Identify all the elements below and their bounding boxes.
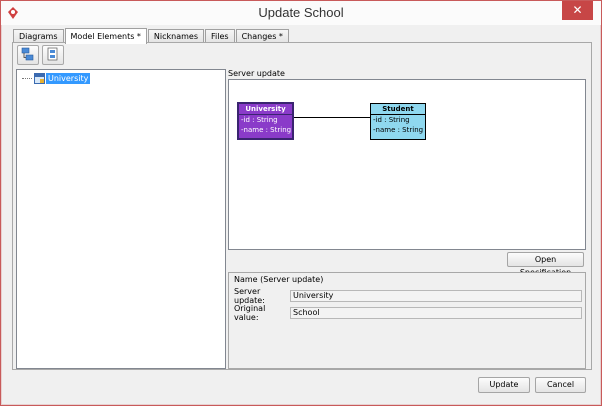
class-name: Student <box>371 104 425 115</box>
diagram-section-label: Server update <box>228 69 285 78</box>
tree-connector <box>22 77 32 79</box>
class-university[interactable]: University -id : String -name : String <box>237 102 294 140</box>
tree-item-label: University <box>46 72 91 84</box>
close-icon: ✕ <box>572 3 583 17</box>
class-icon <box>34 72 45 84</box>
expand-tree-button[interactable] <box>17 45 39 65</box>
tab-changes[interactable]: Changes * <box>235 29 289 43</box>
server-update-row: Server update: University <box>234 286 582 305</box>
original-value-row: Original value: School <box>234 303 582 322</box>
server-update-field[interactable]: University <box>290 289 582 302</box>
tree-toolbar <box>17 45 67 67</box>
server-update-label: Server update: <box>234 286 265 305</box>
class-student[interactable]: Student -id : String -name : String <box>370 103 426 140</box>
expand-tree-icon <box>21 47 35 64</box>
model-tree[interactable]: University <box>16 69 226 369</box>
update-button[interactable]: Update <box>478 377 530 393</box>
tree-item-university[interactable]: University <box>22 72 91 84</box>
tab-diagrams[interactable]: Diagrams <box>13 29 64 43</box>
model-elements-panel: University Server update University -id … <box>12 42 592 370</box>
diagram-canvas[interactable]: University -id : String -name : String S… <box>228 79 586 250</box>
association-line[interactable] <box>294 117 370 118</box>
original-value-field[interactable]: School <box>290 306 582 319</box>
class-attribute: -id : String <box>241 116 278 124</box>
cancel-button[interactable]: Cancel <box>535 377 586 393</box>
class-name: University <box>239 104 292 115</box>
original-value-label: Original value: <box>234 303 266 322</box>
title-bar: Update School ✕ <box>1 1 601 25</box>
details-title: Name (Server update) <box>234 275 324 284</box>
window-title: Update School <box>258 5 344 20</box>
collapse-tree-icon <box>46 47 60 64</box>
close-button[interactable]: ✕ <box>562 1 593 20</box>
tab-strip: Diagrams Model Elements * Nicknames File… <box>13 28 290 44</box>
details-panel: Name (Server update) Server update: Univ… <box>228 272 586 369</box>
tab-nicknames[interactable]: Nicknames <box>147 29 205 43</box>
class-attribute: -name : String <box>241 126 292 134</box>
open-specification-button[interactable]: Open Specification <box>507 252 584 277</box>
collapse-tree-button[interactable] <box>42 45 64 65</box>
tab-files[interactable]: Files <box>205 29 235 43</box>
update-school-dialog: Update School ✕ Diagrams Model Elements … <box>0 0 602 406</box>
class-attribute: -name : String <box>373 126 424 134</box>
comparison-area: Server update University -id : String -n… <box>228 67 589 369</box>
class-attribute: -id : String <box>373 116 410 124</box>
tab-model-elements[interactable]: Model Elements * <box>64 28 147 44</box>
